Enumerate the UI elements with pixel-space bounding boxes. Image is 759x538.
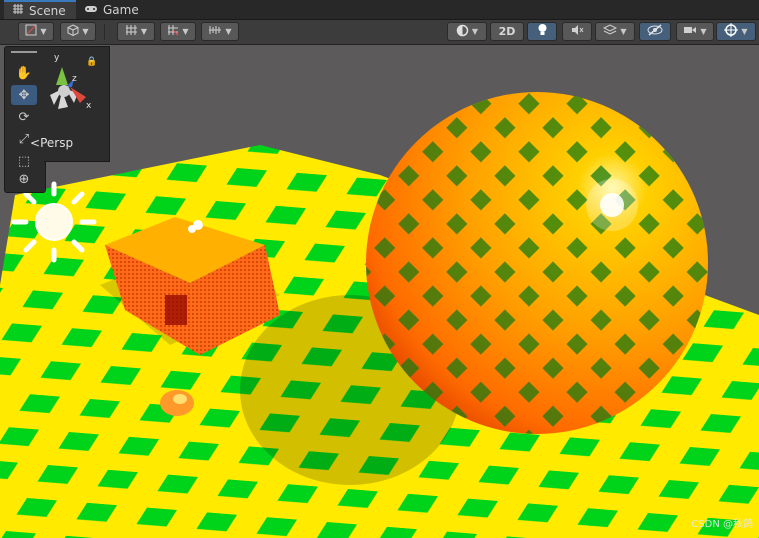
transform-tool-button[interactable]: ⊕ (11, 169, 37, 189)
draw-mode-icon (25, 24, 37, 39)
axis-z-label: z (72, 74, 77, 84)
chevron-down-icon: ▼ (140, 27, 148, 36)
mode-2d-toggle[interactable]: 2D (490, 22, 524, 41)
chevron-down-icon: ▼ (741, 27, 748, 36)
scene-toolbar: ▼ ▼ ▼ ▼ ▼ ▼ 2D ▼ ▼ ▼ (0, 20, 759, 45)
increment-snap-icon (208, 24, 222, 39)
scene-cube-dropdown[interactable]: ▼ (60, 22, 96, 41)
camera-icon (683, 25, 697, 38)
grid-icon (12, 3, 24, 18)
shading-sphere-icon (456, 24, 469, 40)
watermark: CSDN @秋鸽 (691, 519, 753, 530)
grid-visibility-icon (167, 24, 179, 39)
rotate-tool-icon: ⟳ (18, 109, 30, 125)
chevron-down-icon: ▼ (182, 27, 189, 36)
tab-bar: Scene Game (0, 0, 759, 20)
view-tool-icon: ✋ (15, 65, 33, 81)
chevron-down-icon: ▼ (620, 27, 627, 36)
rotate-tool-button[interactable]: ⟳ (11, 107, 37, 127)
gizmos-dropdown[interactable]: ▼ (716, 22, 756, 41)
chevron-down-icon: ▼ (225, 27, 232, 36)
transform-tool-icon: ⊕ (18, 171, 30, 187)
effects-icon (603, 24, 618, 39)
overlay-drag-handle[interactable] (11, 51, 37, 53)
tab-scene[interactable]: Scene (4, 0, 76, 19)
tab-game[interactable]: Game (84, 0, 148, 19)
grid-visibility-dropdown[interactable]: ▼ (160, 22, 196, 41)
chevron-down-icon: ▼ (471, 27, 479, 36)
increment-snap-dropdown[interactable]: ▼ (201, 22, 239, 41)
sun-light-icon[interactable] (11, 181, 97, 263)
move-tool-icon: ✥ (18, 87, 30, 103)
scale-tool-icon: ⤢ (18, 131, 30, 147)
scene-cube-icon (67, 24, 79, 39)
audio-icon (571, 24, 584, 39)
axis-x-label: x (86, 101, 92, 111)
mode-2d-label: 2D (498, 25, 516, 38)
grid-snap-dropdown[interactable]: ▼ (117, 22, 155, 41)
axis-y-label: y (54, 53, 60, 63)
shading-mode-dropdown[interactable]: ▼ (447, 22, 487, 41)
camera-dropdown[interactable]: ▼ (676, 22, 714, 41)
lighting-toggle[interactable] (527, 22, 557, 41)
projection-arrow-icon: < (30, 136, 41, 150)
hidden-objects-toggle[interactable] (639, 22, 671, 41)
rect-tool-icon: ⬚ (17, 153, 31, 169)
lock-icon[interactable]: 🔒 (86, 57, 97, 67)
audio-toggle[interactable] (562, 22, 592, 41)
draw-mode-dropdown[interactable]: ▼ (18, 22, 54, 41)
tab-game-label: Game (103, 2, 139, 17)
scene-render (0, 45, 759, 538)
lighting-icon (537, 23, 548, 40)
tab-scene-label: Scene (29, 3, 66, 18)
gizmos-icon (724, 23, 739, 40)
hidden-objects-icon (647, 24, 663, 39)
chevron-down-icon: ▼ (82, 27, 89, 36)
rect-tool-button[interactable]: ⬚ (11, 151, 37, 171)
axis-gizmo-graphic: y z x (50, 53, 92, 111)
chevron-down-icon: ▼ (40, 27, 47, 36)
gamepad-icon (84, 3, 98, 17)
tools-overlay: ✋ ✥ ⟳ ⤢ ⬚ ⊕ (4, 46, 46, 193)
view-tool-button[interactable]: ✋ (11, 63, 37, 83)
move-tool-button[interactable]: ✥ (11, 85, 37, 105)
effects-dropdown[interactable]: ▼ (595, 22, 635, 41)
projection-label: Persp (40, 136, 74, 150)
scene-viewport[interactable] (0, 45, 759, 538)
chevron-down-icon: ▼ (700, 27, 707, 36)
toolbar-separator (104, 24, 105, 40)
projection-toggle[interactable]: <Persp (30, 136, 73, 150)
grid-snap-icon (125, 24, 138, 39)
